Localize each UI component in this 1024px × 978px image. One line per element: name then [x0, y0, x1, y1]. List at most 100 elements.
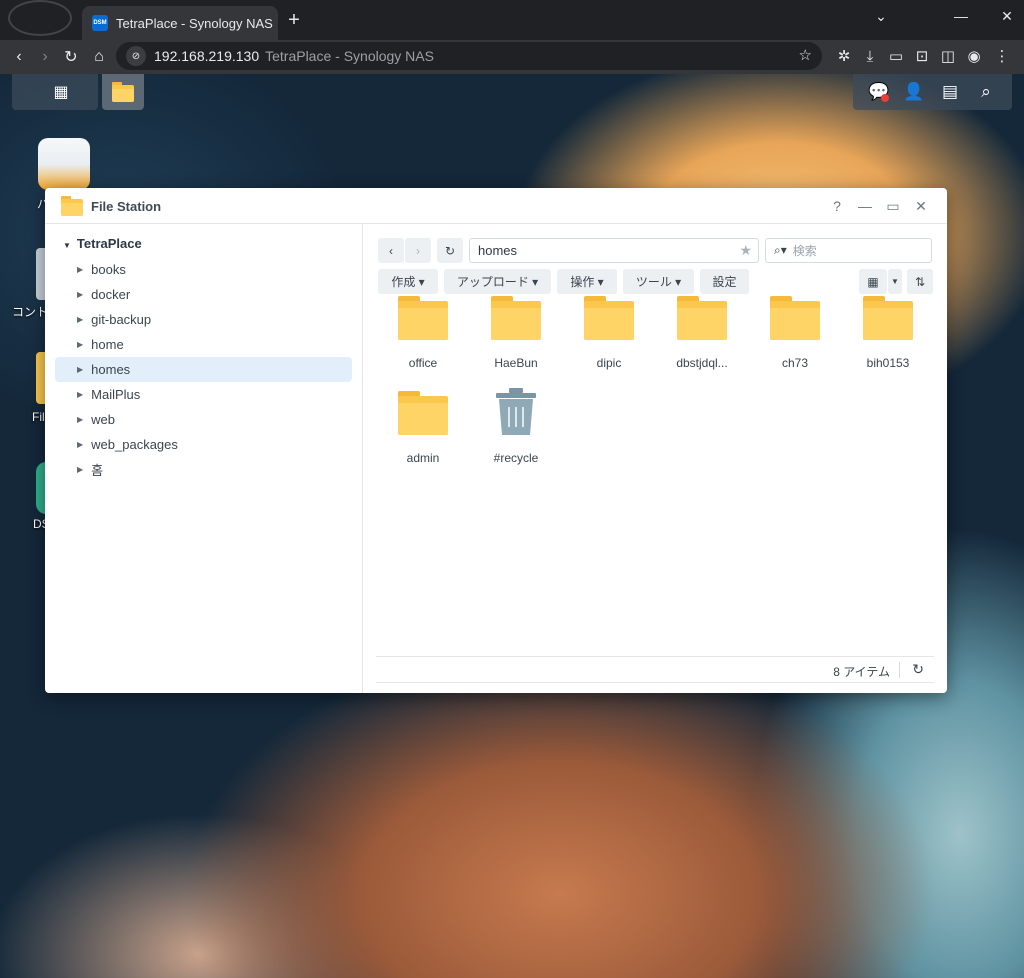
caret-right-icon[interactable]: ▶	[77, 440, 83, 449]
url-page-title: TetraPlace - Synology NAS	[265, 48, 434, 64]
close-button[interactable]: ✕	[911, 196, 931, 216]
help-button[interactable]: ?	[827, 196, 847, 216]
taskbar-file-station[interactable]	[102, 74, 144, 110]
view-mode-button[interactable]: ▦	[859, 269, 887, 294]
sidebar-icon[interactable]: ◫	[936, 44, 960, 68]
settings-button[interactable]: 設定	[700, 269, 749, 294]
create-button[interactable]: 作成 ▾	[378, 269, 438, 294]
browser-tab[interactable]: DSM TetraPlace - Synology NAS	[82, 6, 278, 40]
tree-item-home-korean[interactable]: ▶ 홈	[55, 457, 352, 482]
menu-dots-icon[interactable]: ⋮	[990, 44, 1014, 68]
caret-right-icon[interactable]: ▶	[77, 365, 83, 374]
download-icon[interactable]: ⤓	[858, 44, 882, 68]
tree-item-label: docker	[91, 287, 131, 302]
tree-item-label: 홈	[91, 463, 104, 478]
close-window-button[interactable]: ✕	[984, 0, 1024, 32]
status-divider	[899, 662, 900, 678]
view-mode-dropdown[interactable]: ▼	[888, 269, 902, 294]
file-station-folder-icon	[61, 196, 83, 216]
tree-root[interactable]: ▼ TetraPlace	[63, 236, 142, 251]
tools-button[interactable]: ツール ▾	[623, 269, 694, 294]
status-refresh-icon[interactable]: ↻	[912, 661, 924, 678]
caret-right-icon[interactable]: ▶	[77, 340, 83, 349]
window-title: File Station	[91, 199, 162, 214]
file-item[interactable]: admin	[378, 391, 468, 483]
status-bar: 8 アイテム ↻	[376, 656, 934, 683]
folder-tree: ▼ TetraPlace ▶ books ▶ docker ▶ git-backup ▶…	[45, 224, 363, 693]
search-icon[interactable]: ⌕	[974, 80, 998, 104]
tree-item-web[interactable]: ▶ web	[55, 407, 352, 432]
back-button[interactable]: ‹	[378, 238, 404, 263]
chevron-left-icon: ‹	[389, 243, 393, 258]
maximize-spacer	[938, 0, 984, 32]
browser-titlebar: DSM TetraPlace - Synology NAS + ⌄ — ✕	[0, 0, 1024, 40]
not-secure-icon[interactable]: ⊘	[126, 46, 146, 66]
tree-item-docker[interactable]: ▶ docker	[55, 282, 352, 307]
file-item[interactable]: office	[378, 296, 468, 388]
search-input[interactable]: ⌕▾ 検索	[765, 238, 932, 263]
tree-item-homes[interactable]: ▶ homes	[55, 357, 352, 382]
recycle-bin-icon	[496, 388, 536, 435]
package-center-icon[interactable]	[38, 138, 90, 190]
account-icon[interactable]: ◉	[962, 44, 986, 68]
forward-arrow-icon[interactable]: ›	[32, 44, 58, 70]
address-bar[interactable]: ⊘ 192.168.219.130 TetraPlace - Synology …	[116, 42, 822, 70]
forward-button[interactable]: ›	[405, 238, 431, 263]
folder-icon	[677, 296, 727, 340]
tab-title: TetraPlace - Synology NAS	[116, 15, 273, 31]
tab-search-chevron-icon[interactable]: ⌄	[858, 0, 904, 32]
file-item[interactable]: dipic	[564, 296, 654, 388]
user-icon[interactable]: 👤	[902, 80, 926, 104]
caret-right-icon[interactable]: ▶	[77, 315, 83, 324]
file-item[interactable]: ch73	[750, 296, 840, 388]
new-tab-button[interactable]: +	[284, 10, 304, 30]
window-header[interactable]: File Station ? — ▭ ✕	[45, 188, 947, 224]
widgets-icon[interactable]: ▤	[938, 80, 962, 104]
caret-right-icon[interactable]: ▶	[77, 290, 83, 299]
tree-item-label: web_packages	[91, 437, 178, 452]
refresh-icon: ↻	[444, 243, 456, 258]
camera-icon[interactable]: ▭	[884, 44, 908, 68]
file-browser-pane: ‹ › ↻ homes ★ ⌕▾ 検索 作成 ▾ アップロード ▾ 操作 ▾ ツ…	[364, 224, 947, 693]
tree-item-label: MailPlus	[91, 387, 141, 402]
maximize-button[interactable]: ▭	[883, 196, 903, 216]
path-field[interactable]: homes ★	[469, 238, 759, 263]
tree-item-label: home	[91, 337, 124, 352]
caret-right-icon[interactable]: ▶	[77, 390, 83, 399]
file-item[interactable]: bih0153	[843, 296, 933, 388]
file-station-window: File Station ? — ▭ ✕ ▼ TetraPlace ▶ books …	[45, 188, 947, 693]
bookmark-star-icon[interactable]: ☆	[799, 46, 812, 64]
tree-item-label: web	[91, 412, 116, 427]
folder-icon	[584, 296, 634, 340]
favorite-star-icon[interactable]: ★	[739, 242, 752, 259]
file-name: bih0153	[866, 356, 910, 370]
tree-item-web-packages[interactable]: ▶ web_packages	[55, 432, 352, 457]
file-item[interactable]: dbstjdql...	[657, 296, 747, 388]
tree-item-label: homes	[91, 362, 131, 377]
search-placeholder: 検索	[792, 244, 817, 258]
caret-right-icon[interactable]: ▶	[77, 415, 83, 424]
extensions-icon[interactable]: ✲	[832, 44, 856, 68]
caret-right-icon[interactable]: ▶	[77, 265, 83, 274]
tree-item-git-backup[interactable]: ▶ git-backup	[55, 307, 352, 332]
screenshot-icon[interactable]: ⊡	[910, 44, 934, 68]
profile-decoration-icon	[8, 0, 72, 36]
home-icon[interactable]: ⌂	[86, 44, 112, 70]
file-item[interactable]: #recycle	[471, 387, 561, 479]
file-name: admin	[406, 451, 440, 465]
minimize-button[interactable]: —	[855, 196, 875, 216]
main-menu-icon[interactable]: ▦	[52, 84, 70, 102]
sort-button[interactable]: ⇅	[907, 269, 933, 294]
file-item[interactable]: HaeBun	[471, 296, 561, 388]
expand-caret-icon[interactable]: ▼	[63, 241, 71, 250]
reload-icon[interactable]: ↻	[58, 44, 84, 70]
tree-item-home[interactable]: ▶ home	[55, 332, 352, 357]
upload-button[interactable]: アップロード ▾	[444, 269, 551, 294]
tree-item-books[interactable]: ▶ books	[55, 257, 352, 282]
refresh-button[interactable]: ↻	[437, 238, 463, 263]
chevron-right-icon: ›	[416, 243, 420, 258]
caret-right-icon[interactable]: ▶	[77, 465, 83, 474]
back-arrow-icon[interactable]: ‹	[6, 44, 32, 70]
action-button[interactable]: 操作 ▾	[557, 269, 617, 294]
tree-item-mailplus[interactable]: ▶ MailPlus	[55, 382, 352, 407]
